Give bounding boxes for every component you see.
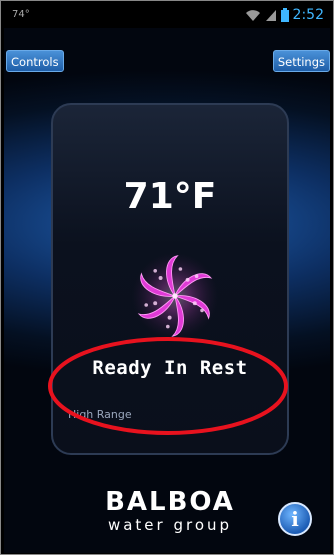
info-button[interactable]: i: [278, 502, 312, 536]
wifi-icon: [245, 10, 260, 21]
status-time: 2:52: [292, 7, 324, 23]
brand-name: BALBOA: [105, 487, 235, 517]
heater-pinwheel-icon: [131, 252, 219, 340]
status-bar: 74° 2:52: [4, 4, 330, 28]
signal-icon: [265, 10, 276, 21]
app-screen: 74° 2:52 Controls Settings 71°F Ready In…: [4, 4, 330, 553]
balboa-logo: BALBOA water group: [88, 488, 252, 540]
controls-button[interactable]: Controls: [6, 50, 64, 72]
brand-tagline: water group: [107, 516, 233, 534]
status-icons: 2:52: [245, 7, 324, 23]
status-temperature: 74°: [12, 9, 30, 20]
red-highlight-ellipse: [48, 337, 288, 435]
battery-icon: [280, 8, 289, 22]
current-temperature: 71°F: [123, 176, 217, 217]
settings-button[interactable]: Settings: [272, 50, 330, 72]
